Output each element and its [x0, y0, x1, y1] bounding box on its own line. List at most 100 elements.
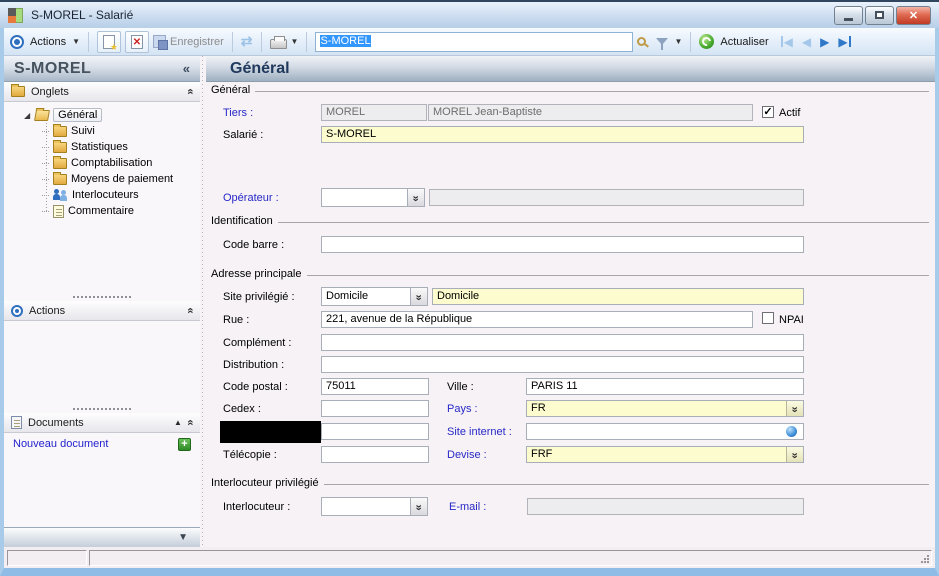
previous-record-button[interactable]: ◀ [802, 35, 811, 49]
actions-menu[interactable]: Actions [28, 36, 68, 48]
new-document-link[interactable]: Nouveau document [13, 438, 108, 450]
redacted-label [220, 421, 321, 443]
telecopie-field[interactable] [321, 446, 429, 463]
close-button[interactable]: ✕ [896, 6, 931, 25]
panel-splitter[interactable] [4, 293, 200, 301]
site-internet-label: Site internet : [447, 426, 512, 438]
maximize-button[interactable] [865, 6, 894, 25]
tree-item-suivi[interactable]: Suivi [4, 123, 200, 139]
print-icon[interactable] [270, 39, 287, 49]
dropdown-button[interactable]: » [786, 447, 803, 462]
filter-icon[interactable] [656, 38, 668, 45]
main-panel: Général Général Tiers : MOREL MOREL Jean… [206, 56, 935, 547]
collapse-panel-icon[interactable]: » [184, 89, 196, 94]
panel-actions-header[interactable]: Actions » [4, 301, 200, 321]
filter-caret-icon[interactable]: ▼ [674, 37, 682, 46]
tree-item-general[interactable]: ◢ Général [4, 107, 200, 123]
tree-item-label: Moyens de paiement [71, 173, 173, 185]
actions-target-icon [10, 35, 24, 49]
expander-icon[interactable]: ◢ [24, 111, 30, 120]
general-form: Général Tiers : MOREL MOREL Jean-Baptist… [206, 82, 935, 547]
site-privilegie-label: Site privilégié : [223, 291, 295, 303]
site-internet-field[interactable] [526, 423, 804, 440]
minimize-button[interactable] [834, 6, 863, 25]
tree-item-label: Commentaire [68, 205, 134, 217]
search-input[interactable]: S-MOREL [315, 32, 633, 52]
operateur-label: Opérateur : [223, 192, 279, 204]
code-postal-field[interactable]: 75011 [321, 378, 429, 395]
panel-onglets-label: Onglets [31, 86, 69, 98]
refresh-icon[interactable]: ⇄ [241, 33, 253, 50]
globe-icon[interactable] [786, 426, 797, 437]
code-barre-label: Code barre : [223, 239, 284, 251]
salarie-field[interactable]: S-MOREL [321, 126, 804, 143]
folder-icon [11, 86, 25, 97]
devise-combo[interactable]: FRF» [526, 446, 804, 463]
sort-icon[interactable]: ▲ [174, 418, 182, 427]
actif-checkbox[interactable] [762, 106, 774, 118]
panel-onglets-header[interactable]: Onglets » [4, 82, 200, 102]
pays-combo[interactable]: FR» [526, 400, 804, 417]
delete-button[interactable] [125, 31, 149, 53]
rue-field[interactable]: 221, avenue de la République [321, 311, 753, 328]
tree-item-moyens-de-paiement[interactable]: Moyens de paiement [4, 171, 200, 187]
actions-caret-icon[interactable]: ▼ [72, 37, 80, 46]
ville-label: Ville : [447, 381, 474, 393]
dropdown-button[interactable]: » [407, 189, 424, 206]
add-document-button[interactable]: + [178, 438, 191, 451]
section-identification: Identification [211, 215, 929, 227]
operateur-combo[interactable]: » [321, 188, 425, 207]
code-barre-field[interactable] [321, 236, 804, 253]
actions-target-icon [11, 305, 23, 317]
tiers-name-field: MOREL Jean-Baptiste [428, 104, 753, 121]
actualiser-button[interactable]: Actualiser [718, 36, 770, 48]
sidebar: S-MOREL « Onglets » ◢ Général Suivi [4, 56, 200, 547]
last-record-button[interactable]: ▶ [838, 35, 850, 49]
dropdown-button[interactable]: » [410, 498, 427, 515]
panel-documents-header[interactable]: Documents ▲ » [4, 413, 200, 433]
status-cell-main [89, 550, 932, 566]
tabs-tree: ◢ Général Suivi Statistiques Co [4, 102, 200, 219]
dropdown-button[interactable]: » [786, 401, 803, 416]
section-general: Général [211, 84, 929, 96]
collapse-panel-icon[interactable]: » [184, 420, 196, 425]
actualiser-icon[interactable] [699, 34, 714, 49]
next-record-button[interactable]: ▶ [820, 35, 829, 49]
chevron-down-icon[interactable]: ▼ [178, 532, 188, 543]
distribution-field[interactable] [321, 356, 804, 373]
search-icon[interactable] [637, 37, 646, 46]
telecopie-label: Télécopie : [223, 449, 277, 461]
resize-grip[interactable] [920, 554, 929, 563]
dropdown-button[interactable]: » [410, 288, 427, 305]
tree-item-interlocuteurs[interactable]: Interlocuteurs [4, 187, 200, 203]
panel-documents-label: Documents [28, 417, 84, 429]
site-privilegie-field[interactable]: Domicile [432, 288, 804, 305]
collapse-panel-icon[interactable]: » [184, 308, 196, 313]
tree-item-comptabilisation[interactable]: Comptabilisation [4, 155, 200, 171]
ville-field[interactable]: PARIS 11 [526, 378, 804, 395]
open-folder-icon [34, 110, 50, 121]
operateur-name-field [429, 189, 804, 206]
collapse-sidebar-icon[interactable]: « [183, 61, 190, 76]
new-button[interactable] [97, 31, 121, 53]
folder-icon [53, 142, 67, 153]
panel-splitter[interactable] [4, 405, 200, 413]
telephone-field[interactable] [321, 423, 429, 440]
app-icon [8, 8, 23, 23]
tree-item-commentaire[interactable]: Commentaire [4, 203, 200, 219]
new-document-icon [103, 35, 115, 49]
pays-label: Pays : [447, 403, 478, 415]
complement-field[interactable] [321, 334, 804, 351]
interlocuteur-combo[interactable]: » [321, 497, 428, 516]
cedex-field[interactable] [321, 400, 429, 417]
record-navigation: ◀ ◀ ▶ ▶ [781, 35, 851, 49]
site-privilegie-combo[interactable]: Domicile» [321, 287, 428, 306]
distribution-label: Distribution : [223, 359, 284, 371]
tree-item-statistiques[interactable]: Statistiques [4, 139, 200, 155]
npai-checkbox[interactable] [762, 312, 774, 324]
first-record-button[interactable]: ◀ [781, 35, 793, 49]
folder-icon [53, 126, 67, 137]
page-header: Général [206, 56, 935, 82]
save-button[interactable]: Enregistrer [153, 35, 224, 48]
print-caret-icon[interactable]: ▼ [291, 37, 299, 46]
